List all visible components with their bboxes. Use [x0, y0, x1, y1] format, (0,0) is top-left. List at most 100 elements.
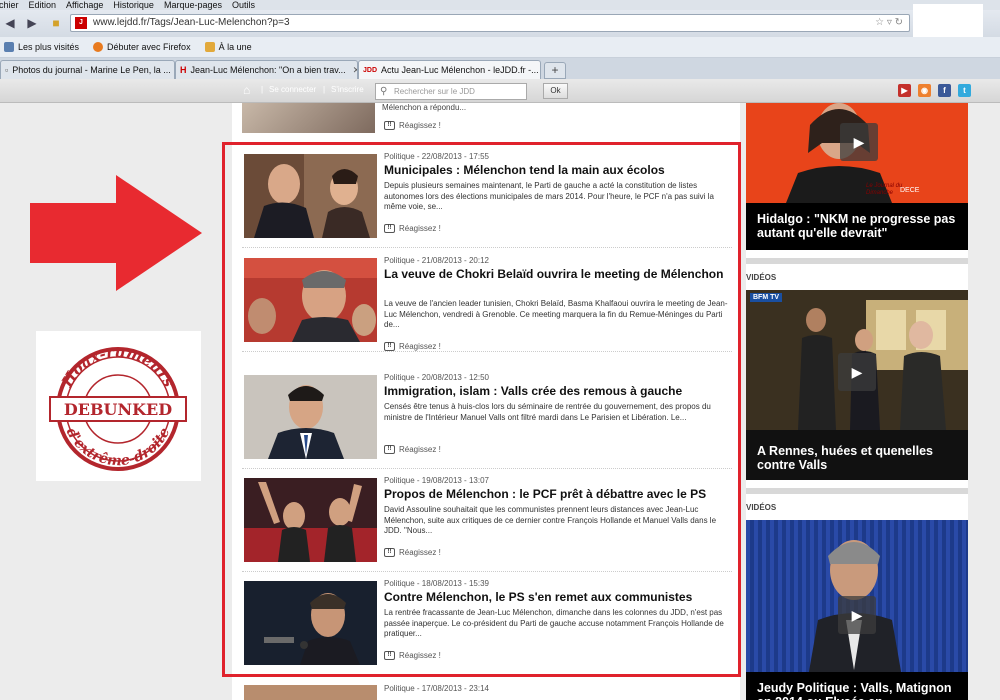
site-toolbar: ⌂ | Se connecter | S'inscrire ⚲ Recherch…: [0, 79, 1000, 103]
article-meta: Politique - 19/08/2013 - 13:07: [384, 476, 489, 485]
stamp-bottom-text: d'extrême-droite: [63, 425, 174, 469]
comment-icon: !!: [384, 342, 395, 351]
facebook-icon[interactable]: f: [938, 84, 951, 97]
home-icon[interactable]: ■: [48, 15, 64, 31]
article-thumbnail[interactable]: [244, 154, 377, 238]
new-tab-button[interactable]: +: [544, 62, 566, 79]
article-item: Politique - 19/08/2013 - 13:07 Propos de…: [242, 470, 732, 572]
article-summary: David Assouline souhaitait que les commu…: [384, 505, 717, 535]
article-summary: Censés être tenus à huis-clos lors du sé…: [384, 402, 711, 422]
menu-tools[interactable]: Outils: [232, 0, 255, 10]
menu-view[interactable]: Affichage: [66, 0, 103, 10]
react-link[interactable]: !! Réagissez !: [384, 445, 441, 454]
menu-bookmarks[interactable]: Marque-pages: [164, 0, 222, 10]
article-title[interactable]: Propos de Mélenchon : le PCF prêt à déba…: [384, 487, 734, 501]
menu-edit[interactable]: Edition: [29, 0, 57, 10]
bookmark-headlines[interactable]: À la une: [204, 42, 252, 52]
play-icon[interactable]: ▶: [838, 353, 876, 391]
back-arrow-icon[interactable]: ◀: [2, 15, 18, 31]
screenshot: ichier Edition Affichage Historique Marq…: [0, 0, 1000, 700]
article-thumbnail[interactable]: [244, 258, 377, 342]
video-card[interactable]: BFM TV ▶ A Rennes, huées et quenelles co…: [746, 290, 968, 480]
register-link[interactable]: S'inscrire: [331, 85, 364, 94]
react-label: Réagissez !: [399, 651, 441, 660]
tab-label: Jean-Luc Mélenchon: "On a bien trav...: [190, 65, 346, 75]
react-link[interactable]: !! Réagissez !: [384, 224, 441, 233]
stamp-top-text: Hoax-rumeurs: [57, 343, 178, 391]
tab-actu-jdd[interactable]: JDD Actu Jean-Luc Mélenchon - leJDD.fr -…: [358, 60, 541, 79]
react-link[interactable]: !! Réagissez !: [384, 121, 441, 130]
bookmark-most-visited[interactable]: Les plus visités: [4, 42, 79, 52]
stamp-middle-text: DEBUNKED: [64, 400, 172, 419]
site-home-icon[interactable]: ⌂: [243, 84, 255, 96]
rss-folder-icon: [204, 42, 215, 52]
article-item: Politique - 20/08/2013 - 12:50 Immigrati…: [242, 367, 732, 469]
divider: [746, 258, 968, 264]
react-link[interactable]: !! Réagissez !: [384, 342, 441, 351]
tab-label: Photos du journal - Marine Le Pen, la ..…: [12, 65, 171, 75]
url-actions-icon[interactable]: ☆ ▿ ↻: [875, 15, 903, 31]
article-item: Politique - 18/08/2013 - 15:39 Contre Mé…: [242, 573, 732, 675]
twitter-icon[interactable]: t: [958, 84, 971, 97]
h-favicon-icon: H: [180, 65, 187, 75]
bookmark-folder-icon: [4, 42, 14, 52]
article-thumbnail[interactable]: [244, 581, 377, 665]
article-meta: Politique - 22/08/2013 - 17:55: [384, 152, 489, 161]
video-card[interactable]: ▶ Jeudy Politique : Valls, Matignon en 2…: [746, 520, 968, 700]
tab-photos[interactable]: ▫ Photos du journal - Marine Le Pen, la …: [0, 60, 175, 79]
youtube-icon[interactable]: ▶: [898, 84, 911, 97]
react-link[interactable]: !! Réagissez !: [384, 651, 441, 660]
article-title[interactable]: La veuve de Chokri Belaïd ouvrira le mee…: [384, 267, 734, 281]
debunked-stamp-icon: Hoax-rumeurs DEBUNKED d'extrême-droite: [49, 343, 187, 471]
article-summary: Depuis plusieurs semaines maintenant, le…: [384, 181, 714, 211]
comment-icon: !!: [384, 445, 395, 454]
search-placeholder: Rechercher sur le JDD: [394, 87, 475, 96]
section-label: VIDÉOS: [746, 273, 777, 282]
article-list: Mélenchon a répondu... !! Réagissez ! Po…: [232, 103, 740, 700]
valls-photo: [244, 375, 377, 459]
browser-menubar: ichier Edition Affichage Historique Marq…: [0, 0, 1000, 10]
article-summary: La veuve de l'ancien leader tunisien, Ch…: [384, 299, 728, 329]
video-caption[interactable]: Jeudy Politique : Valls, Matignon en 201…: [757, 681, 962, 700]
article-title[interactable]: Immigration, islam : Valls crée des remo…: [384, 384, 734, 398]
search-ok-button[interactable]: Ok: [543, 83, 568, 99]
bookmark-label: À la une: [218, 42, 252, 52]
article-title[interactable]: Municipales : Mélenchon tend la main aux…: [384, 163, 734, 177]
sidebar: DECE Le Journal du Dimanche ▶ Hidalgo : …: [746, 103, 968, 700]
rally-photo: [244, 478, 377, 562]
url-bar[interactable]: J www.lejdd.fr/Tags/Jean-Luc-Melenchon?p…: [70, 14, 910, 32]
rss-icon[interactable]: ◉: [918, 84, 931, 97]
article-thumbnail[interactable]: [244, 375, 377, 459]
jdd-overlay-text: Le Journal du Dimanche: [866, 183, 903, 196]
article-thumbnail[interactable]: [242, 103, 375, 133]
bookmark-firefox[interactable]: Débuter avec Firefox: [93, 42, 191, 52]
video-card[interactable]: DECE Le Journal du Dimanche ▶ Hidalgo : …: [746, 103, 968, 250]
article-title[interactable]: Contre Mélenchon, le PS s'en remet aux c…: [384, 590, 734, 604]
bookmark-label: Les plus visités: [18, 42, 80, 52]
search-icon: ⚲: [380, 86, 388, 97]
comment-icon: !!: [384, 548, 395, 557]
article-item: Politique - 22/08/2013 - 17:55 Municipal…: [242, 146, 732, 248]
login-link[interactable]: Se connecter: [269, 85, 316, 94]
menu-history[interactable]: Historique: [113, 0, 154, 10]
tab-strip: ▫ Photos du journal - Marine Le Pen, la …: [0, 58, 1000, 79]
bookmarks-bar: Les plus visités Débuter avec Firefox À …: [0, 37, 1000, 58]
article-thumbnail[interactable]: [244, 685, 377, 700]
video-caption[interactable]: A Rennes, huées et quenelles contre Vall…: [757, 444, 962, 472]
article-thumbnail[interactable]: [244, 478, 377, 562]
article-item: Politique - 21/08/2013 - 20:12 La veuve …: [242, 250, 732, 352]
browser-navbar: ◀ ▶ ■ J www.lejdd.fr/Tags/Jean-Luc-Melen…: [0, 10, 1000, 37]
divider: [746, 488, 968, 494]
react-label: Réagissez !: [399, 224, 441, 233]
react-label: Réagissez !: [399, 121, 441, 130]
menu-file[interactable]: ichier: [0, 0, 19, 10]
tab-melenchon[interactable]: H Jean-Luc Mélenchon: "On a bien trav...…: [175, 60, 358, 79]
video-caption[interactable]: Hidalgo : "NKM ne progresse pas autant q…: [757, 212, 962, 240]
play-icon[interactable]: ▶: [840, 123, 878, 161]
site-search-input[interactable]: ⚲ Rechercher sur le JDD: [375, 83, 527, 100]
react-link[interactable]: !! Réagissez !: [384, 548, 441, 557]
jdd-favicon-icon: J: [75, 17, 87, 29]
debunked-logo: Hoax-rumeurs DEBUNKED d'extrême-droite: [36, 331, 201, 481]
play-icon[interactable]: ▶: [838, 596, 876, 634]
forward-arrow-icon[interactable]: ▶: [24, 15, 40, 31]
